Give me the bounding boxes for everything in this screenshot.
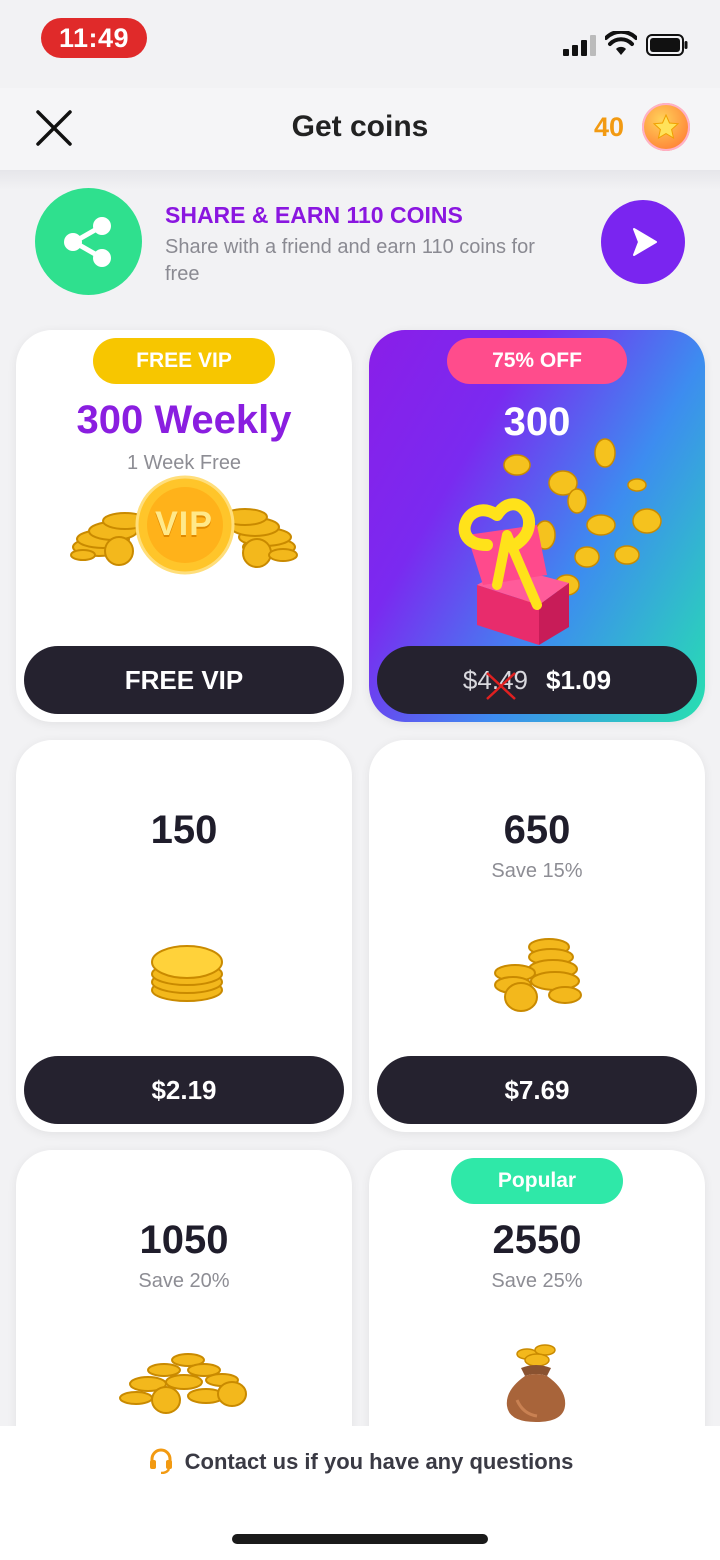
battery-icon	[646, 34, 688, 56]
home-indicator[interactable]	[232, 1534, 488, 1544]
pack-amount: 150	[150, 808, 218, 852]
pack-amount: 2550	[492, 1218, 582, 1262]
play-arrow-icon	[633, 228, 657, 256]
pack-subtitle: Save 15%	[491, 860, 583, 882]
contact-text: Contact us if you have any questions	[184, 1449, 574, 1474]
buy-650-button[interactable]: $7.69	[377, 1056, 697, 1124]
original-price: $4.49	[463, 665, 528, 700]
pack-amount: 1050	[139, 1218, 229, 1262]
wifi-icon	[605, 31, 637, 55]
popular-badge: Popular	[451, 1158, 623, 1204]
discount-badge: 75% OFF	[447, 338, 627, 384]
sale-price: $1.09	[546, 665, 612, 695]
promo-buy-button[interactable]: $4.49 $1.09	[377, 646, 697, 714]
buy-150-button[interactable]: $2.19	[24, 1056, 344, 1124]
contact-link[interactable]: Contact us if you have any questions	[0, 1446, 720, 1475]
headset-icon	[149, 1448, 172, 1474]
gift-box-coins-image	[458, 438, 662, 645]
content: SHARE & EARN 110 COINS Share with a frie…	[0, 170, 720, 1426]
free-vip-badge: FREE VIP	[93, 338, 275, 384]
strikethrough-icon	[486, 672, 516, 700]
share-banner-subtitle: Share with a friend and earn 110 coins f…	[165, 236, 535, 285]
share-go-button[interactable]	[601, 200, 685, 284]
pack-amount: 650	[503, 808, 571, 852]
star-coin-icon	[642, 103, 690, 151]
vip-coin-text: VIP	[155, 505, 213, 543]
coin-pack-150[interactable]: 150 $2.19	[16, 740, 352, 1132]
pack-subtitle: Save 20%	[138, 1270, 230, 1292]
footer: Contact us if you have any questions	[0, 1426, 720, 1560]
coin-balance: 40	[594, 112, 625, 142]
coin-bag-image	[506, 1344, 566, 1422]
pack-amount: 300 Weekly	[76, 398, 292, 442]
status-bar: 11:49	[0, 0, 720, 88]
coin-pack-vip[interactable]: FREE VIP 300 Weekly 1 Week Free VIP FREE…	[16, 330, 352, 722]
coin-stack-image	[151, 945, 223, 1002]
pack-subtitle: Save 25%	[491, 1270, 583, 1292]
coin-pack-promo[interactable]: 75% OFF 300 $4.49$1.09	[369, 330, 705, 722]
free-vip-button[interactable]: FREE VIP	[24, 646, 344, 714]
status-time: 11:49	[41, 18, 147, 58]
pack-subtitle: 1 Week Free	[126, 452, 242, 474]
cellular-signal-icon	[563, 34, 597, 56]
share-banner-title: SHARE & EARN 110 COINS	[165, 202, 463, 228]
coin-pack-1050[interactable]: 1050 Save 20%	[16, 1150, 352, 1426]
header: Get coins 40	[0, 88, 720, 170]
coin-pile-image	[494, 938, 582, 1012]
coin-pack-650[interactable]: 650 Save 15% $7.69	[369, 740, 705, 1132]
coin-heap-image	[119, 1353, 247, 1414]
share-icon	[35, 188, 142, 295]
coin-pack-2550[interactable]: Popular 2550 Save 25%	[369, 1150, 705, 1426]
